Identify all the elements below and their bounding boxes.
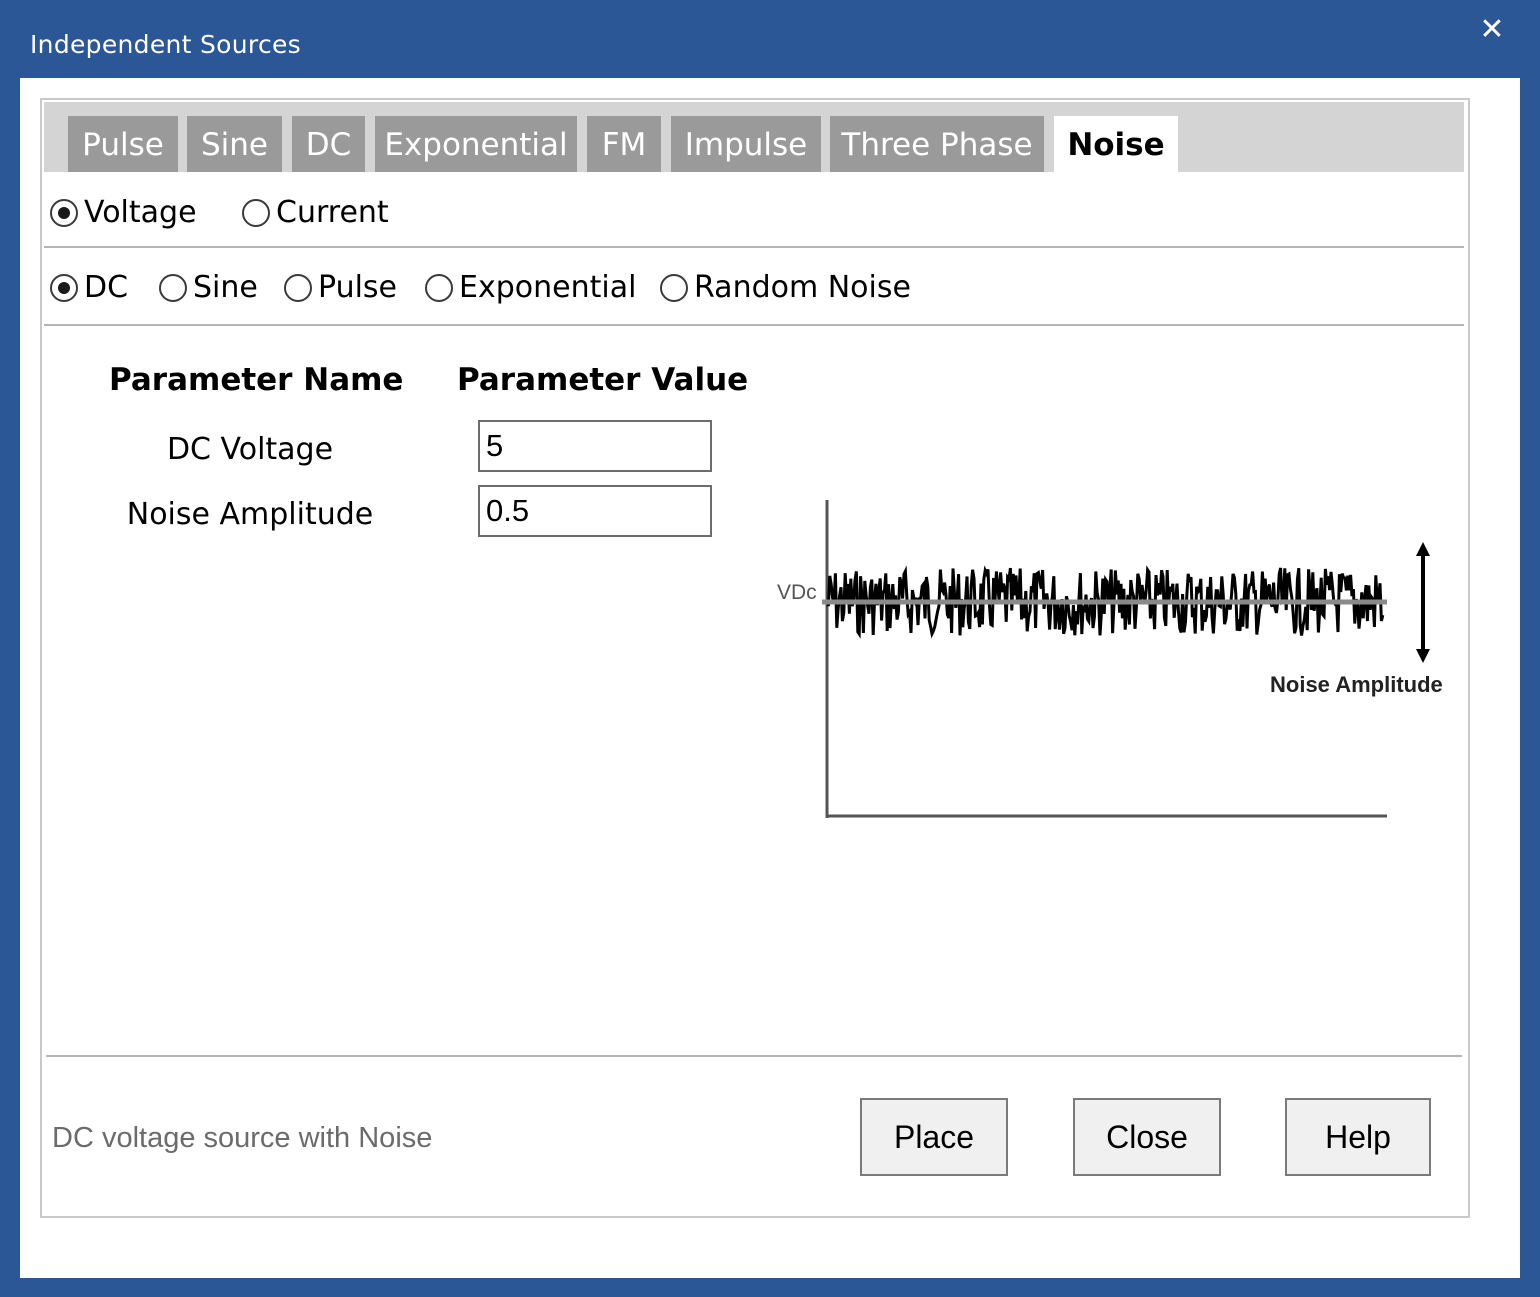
tab-noise[interactable]: Noise — [1054, 116, 1178, 172]
noise-waveform-diagram: VDc Noise Amplitude — [777, 500, 1443, 818]
param-label-noise-amplitude: Noise Amplitude — [126, 497, 374, 532]
radio-sine-label: Sine — [193, 270, 258, 305]
radio-dc-label: DC — [84, 270, 129, 305]
noise-amplitude-field[interactable] — [478, 485, 712, 537]
tab-exponential[interactable]: Exponential — [375, 116, 577, 172]
source-kind-group: Voltage Current — [50, 195, 650, 235]
radio-voltage[interactable]: Voltage — [50, 195, 197, 230]
window-title: Independent Sources — [30, 30, 301, 59]
divider — [44, 324, 1464, 326]
radio-current-label: Current — [276, 195, 389, 230]
radio-voltage-indicator — [50, 198, 78, 227]
radio-current[interactable]: Current — [242, 195, 389, 230]
tab-fm[interactable]: FM — [587, 116, 661, 172]
radio-exponential-indicator — [425, 273, 453, 302]
radio-random-noise-indicator — [660, 273, 688, 302]
param-label-dc-voltage: DC Voltage — [166, 432, 334, 467]
title-bar: Independent Sources ✕ — [0, 0, 1540, 78]
radio-random-noise[interactable]: Random Noise — [660, 270, 911, 305]
help-button[interactable]: Help — [1285, 1098, 1431, 1176]
radio-dc[interactable]: DC — [50, 270, 128, 305]
waveform-group: DC Sine Pulse Exponential Random Noise — [50, 270, 1050, 310]
radio-random-noise-label: Random Noise — [694, 270, 911, 305]
vdc-label: VDc — [777, 581, 817, 604]
dialog-body: Pulse Sine DC Exponential FM Impulse Thr… — [20, 78, 1520, 1278]
close-button[interactable]: Close — [1073, 1098, 1221, 1176]
divider — [44, 246, 1464, 248]
noise-panel: Pulse Sine DC Exponential FM Impulse Thr… — [40, 98, 1470, 1218]
place-button[interactable]: Place — [860, 1098, 1008, 1176]
dc-voltage-field[interactable] — [478, 420, 712, 472]
tab-strip: Pulse Sine DC Exponential FM Impulse Thr… — [44, 102, 1464, 172]
amplitude-arrow-head-bottom — [1416, 649, 1430, 663]
radio-dc-indicator — [50, 273, 78, 302]
radio-exponential-label: Exponential — [459, 270, 637, 305]
column-header-value: Parameter Value — [457, 362, 749, 398]
radio-pulse[interactable]: Pulse — [284, 270, 397, 305]
close-icon[interactable]: ✕ — [1474, 12, 1510, 48]
noise-amplitude-caption: Noise Amplitude — [1270, 672, 1443, 697]
divider — [46, 1055, 1462, 1057]
radio-exponential[interactable]: Exponential — [425, 270, 636, 305]
tab-sine[interactable]: Sine — [187, 116, 282, 172]
radio-voltage-label: Voltage — [84, 195, 197, 230]
radio-sine-indicator — [159, 273, 187, 302]
radio-pulse-label: Pulse — [318, 270, 397, 305]
radio-sine[interactable]: Sine — [159, 270, 258, 305]
radio-current-indicator — [242, 198, 270, 227]
status-text: DC voltage source with Noise — [52, 1122, 433, 1154]
tab-dc[interactable]: DC — [292, 116, 365, 172]
column-header-name: Parameter Name — [109, 362, 404, 398]
radio-pulse-indicator — [284, 273, 312, 302]
tab-pulse[interactable]: Pulse — [68, 116, 178, 172]
amplitude-arrow-head-top — [1416, 542, 1430, 556]
tab-impulse[interactable]: Impulse — [671, 116, 821, 172]
tab-three-phase[interactable]: Three Phase — [830, 116, 1044, 172]
